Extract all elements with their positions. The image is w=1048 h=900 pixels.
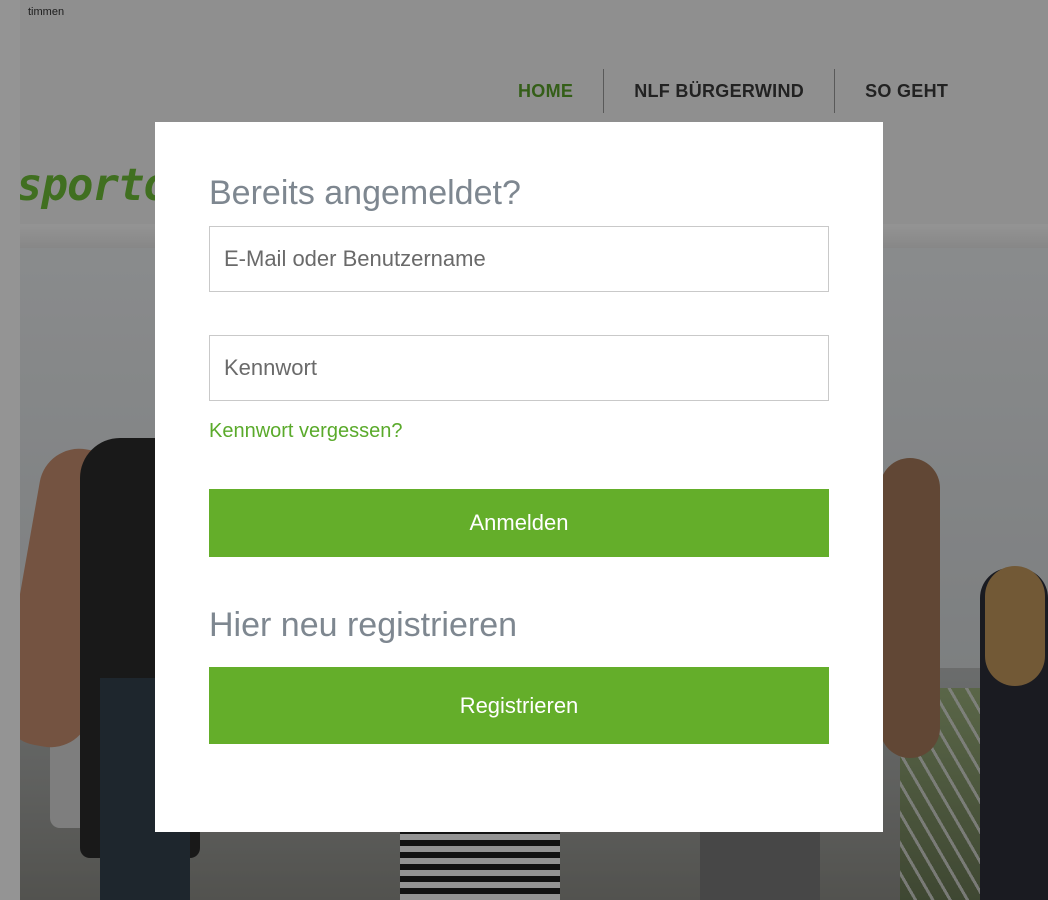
login-button[interactable]: Anmelden: [209, 489, 829, 557]
page: timmen HOME NLF BÜRGERWIND SO GEHT sport…: [0, 0, 1048, 900]
register-button[interactable]: Registrieren: [209, 667, 829, 744]
login-modal: Bereits angemeldet? Kennwort vergessen? …: [155, 122, 883, 832]
forgot-password-link[interactable]: Kennwort vergessen?: [209, 420, 402, 443]
password-input[interactable]: [209, 335, 829, 401]
email-username-input[interactable]: [209, 226, 829, 292]
register-heading: Hier neu registrieren: [209, 606, 518, 644]
login-heading: Bereits angemeldet?: [209, 174, 521, 212]
